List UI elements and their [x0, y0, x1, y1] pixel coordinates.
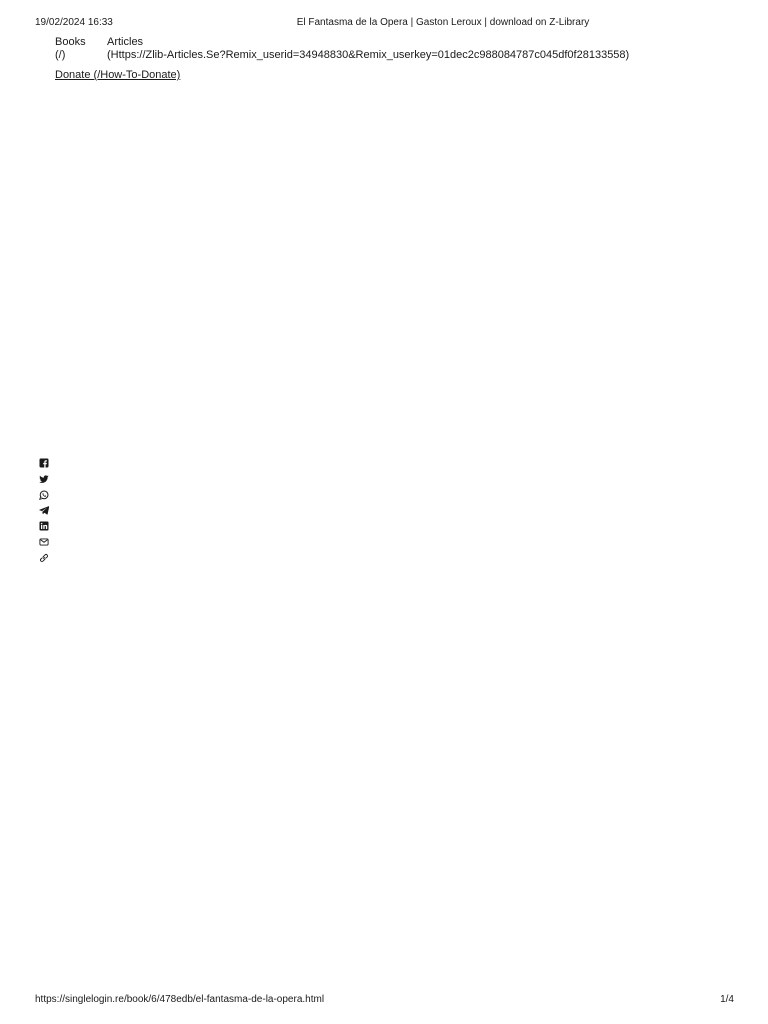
- share-copy-link-button[interactable]: [39, 553, 49, 563]
- share-facebook-button[interactable]: [39, 458, 49, 468]
- nav-books-href: (/): [55, 49, 66, 61]
- link-icon: [40, 553, 48, 562]
- email-icon: [39, 538, 49, 546]
- nav-books-link[interactable]: Books (/): [55, 36, 86, 62]
- donate-link[interactable]: Donate (/How-To-Donate): [55, 69, 180, 82]
- share-telegram-button[interactable]: [39, 505, 49, 515]
- share-whatsapp-button[interactable]: [39, 490, 49, 500]
- share-linkedin-button[interactable]: [39, 521, 49, 531]
- share-email-button[interactable]: [39, 537, 49, 547]
- share-twitter-button[interactable]: [39, 474, 49, 484]
- nav-articles-href: (Https://Zlib-Articles.Se?Remix_userid=3…: [107, 49, 630, 61]
- facebook-icon: [39, 458, 49, 468]
- whatsapp-icon: [39, 490, 49, 500]
- print-header-title: El Fantasma de la Opera | Gaston Leroux …: [296, 17, 590, 28]
- print-footer-url: https://singlelogin.re/book/6/478edb/el-…: [35, 994, 325, 1005]
- print-footer-page-number: 1/4: [720, 994, 734, 1005]
- share-list: [39, 458, 51, 569]
- nav-books-label: Books: [55, 36, 86, 48]
- twitter-icon: [39, 475, 49, 483]
- nav-articles-label: Articles: [107, 36, 144, 48]
- linkedin-icon: [39, 521, 49, 531]
- nav-articles-link[interactable]: Articles (Https://Zlib-Articles.Se?Remix…: [107, 36, 629, 62]
- telegram-icon: [39, 506, 49, 515]
